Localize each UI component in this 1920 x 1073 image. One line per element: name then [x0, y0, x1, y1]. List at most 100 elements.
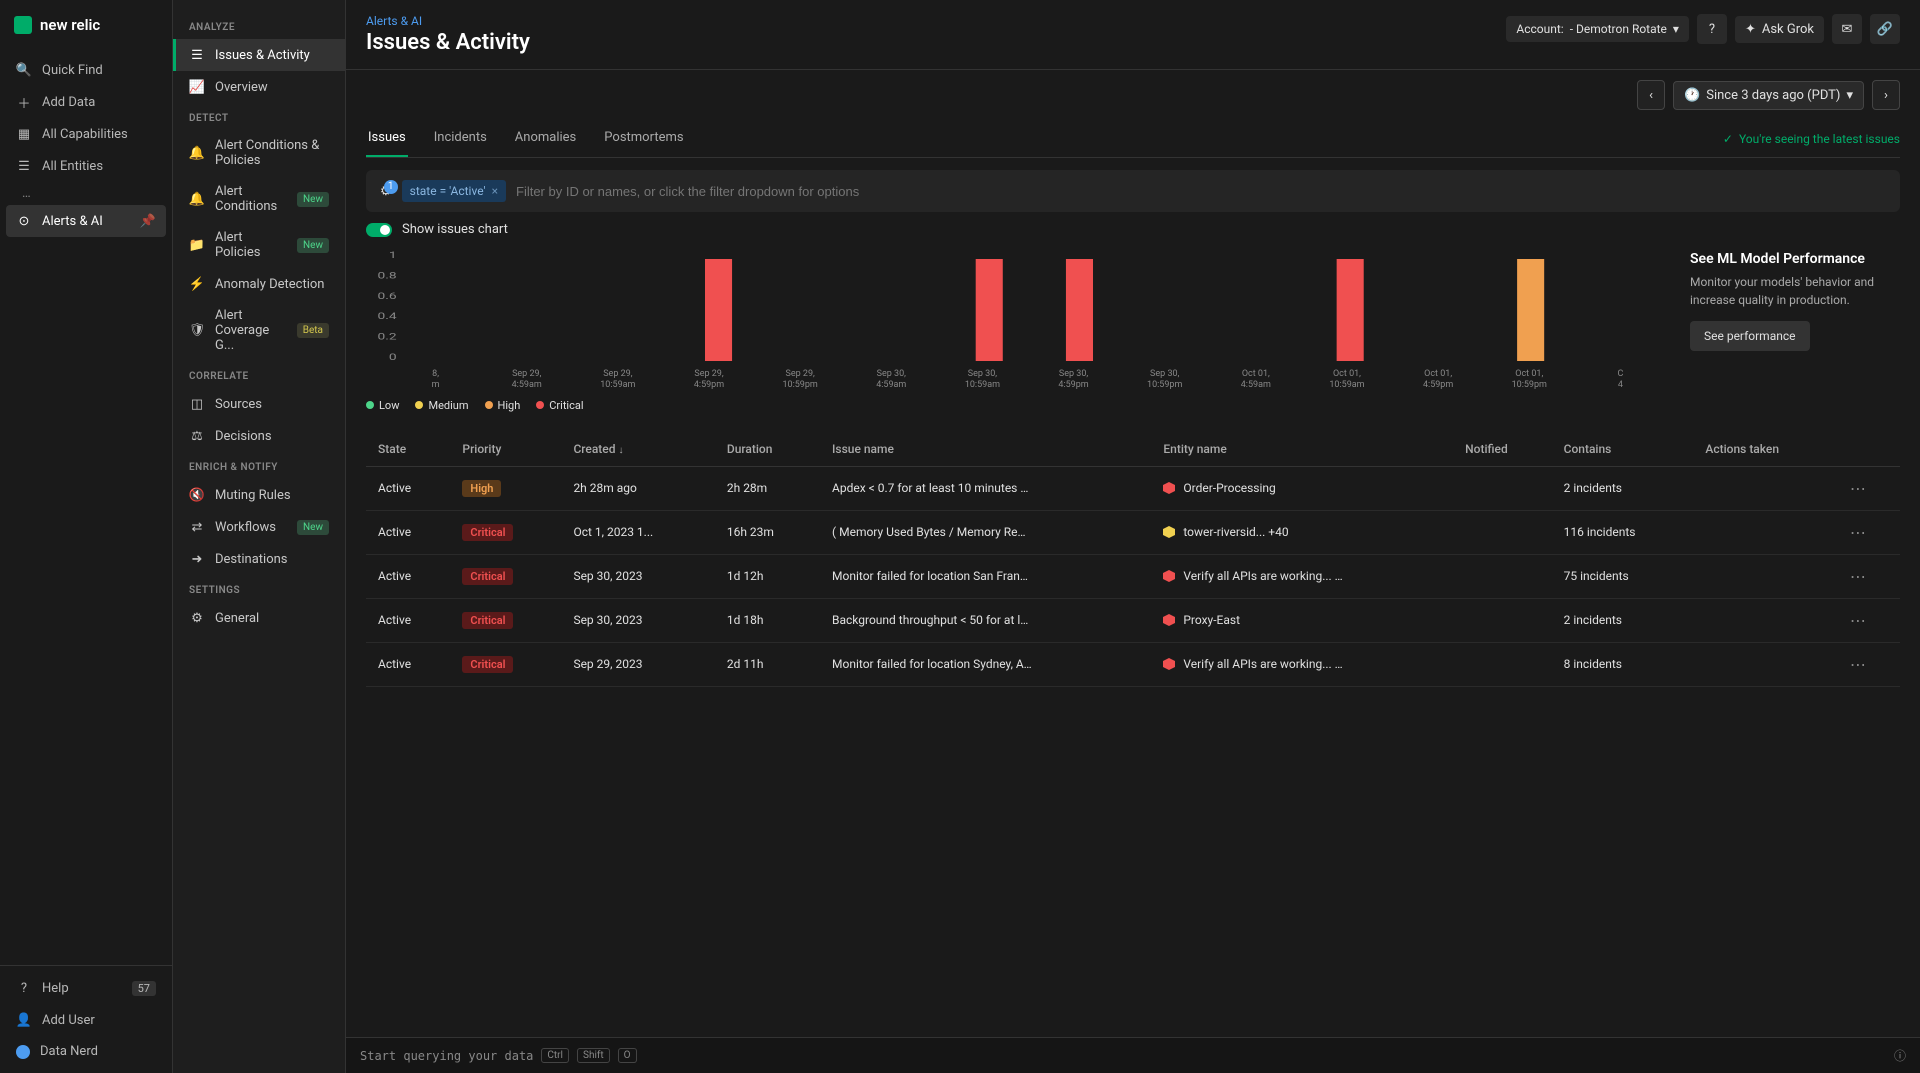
see-performance-button[interactable]: See performance [1690, 321, 1810, 351]
sec-coverage[interactable]: 🛡Alert Coverage G...Beta [173, 300, 345, 361]
col-actions[interactable]: Actions taken [1693, 432, 1837, 467]
ml-panel-title: See ML Model Performance [1690, 251, 1900, 267]
pin-icon[interactable]: 📌 [140, 214, 156, 229]
sec-header-settings: SETTINGS [173, 575, 345, 602]
chart-toggle-switch[interactable] [366, 223, 392, 237]
help-button[interactable]: ? [1697, 14, 1727, 44]
sec-destinations[interactable]: ➜Destinations [173, 543, 345, 575]
sec-issues-activity[interactable]: ☰Issues & Activity [173, 39, 345, 71]
tab-issues[interactable]: Issues [366, 120, 408, 157]
table-row[interactable]: Active High 2h 28m ago 2h 28m Apdex < 0.… [366, 466, 1900, 510]
cell-actions [1693, 554, 1837, 598]
cell-created: Sep 30, 2023 [561, 554, 714, 598]
cell-duration: 2d 11h [715, 642, 820, 686]
sec-sources[interactable]: ◫Sources [173, 388, 345, 420]
breadcrumb[interactable]: Alerts & AI [366, 14, 530, 28]
nav-more[interactable]: … [6, 182, 166, 205]
table-row[interactable]: Active Critical Sep 30, 2023 1d 18h Back… [366, 598, 1900, 642]
cell-actions [1693, 598, 1837, 642]
filter-button[interactable]: ⚙ 1 [380, 184, 392, 199]
time-next-button[interactable]: › [1872, 80, 1900, 110]
col-duration[interactable]: Duration [715, 432, 820, 467]
filter-input[interactable] [516, 184, 1886, 199]
cell-notified [1453, 510, 1552, 554]
time-prev-button[interactable]: ‹ [1637, 80, 1665, 110]
sec-header-detect: DETECT [173, 103, 345, 130]
account-selector[interactable]: Account: - Demotron Rotate ▾ [1506, 16, 1689, 42]
cell-state: Active [366, 598, 450, 642]
cell-issue: Monitor failed for location Sydney, AU o… [820, 642, 1151, 686]
cell-actions [1693, 642, 1837, 686]
row-more-button[interactable]: ⋯ [1850, 611, 1868, 630]
nav-data-nerd[interactable]: Data Nerd [6, 1036, 166, 1067]
plus-icon: ＋ [16, 94, 32, 110]
col-priority[interactable]: Priority [450, 432, 561, 467]
nav-all-entities[interactable]: ☰All Entities [6, 150, 166, 182]
sec-alert-cond-pol[interactable]: 🔔Alert Conditions & Policies [173, 130, 345, 176]
legend-medium[interactable]: Medium [415, 399, 468, 412]
tab-incidents[interactable]: Incidents [432, 120, 489, 157]
cell-priority: Critical [450, 642, 561, 686]
cell-contains: 2 incidents [1552, 466, 1694, 510]
filter-chip-state[interactable]: state = 'Active' × [402, 180, 506, 202]
cell-notified [1453, 466, 1552, 510]
tab-anomalies[interactable]: Anomalies [513, 120, 578, 157]
col-state[interactable]: State [366, 432, 450, 467]
nav-add-user[interactable]: 👤Add User [6, 1004, 166, 1036]
chip-remove-icon[interactable]: × [492, 184, 498, 198]
nav-quick-find[interactable]: 🔍Quick Find [6, 54, 166, 86]
inbox-button[interactable]: ✉ [1832, 14, 1862, 44]
sec-decisions[interactable]: ⚖Decisions [173, 420, 345, 452]
status-info-button[interactable]: ⓘ [1894, 1047, 1906, 1064]
table-row[interactable]: Active Critical Sep 30, 2023 1d 12h Moni… [366, 554, 1900, 598]
brand-logo[interactable]: new relic [0, 0, 172, 50]
sec-muting[interactable]: 🔇Muting Rules [173, 479, 345, 511]
new-tag: New [297, 520, 329, 535]
nav-alerts-ai[interactable]: ⊙Alerts & AI📌 [6, 205, 166, 237]
cell-state: Active [366, 466, 450, 510]
cell-state: Active [366, 510, 450, 554]
sec-workflows[interactable]: ⇄WorkflowsNew [173, 511, 345, 543]
brand-text: new relic [40, 16, 100, 34]
table-row[interactable]: Active Critical Oct 1, 2023 1... 16h 23m… [366, 510, 1900, 554]
cell-duration: 2h 28m [715, 466, 820, 510]
sec-alert-cond[interactable]: 🔔Alert ConditionsNew [173, 176, 345, 222]
mute-icon: 🔇 [189, 487, 205, 503]
col-issue-name[interactable]: Issue name [820, 432, 1151, 467]
sources-icon: ◫ [189, 396, 205, 412]
nav-add-data[interactable]: ＋Add Data [6, 86, 166, 118]
cell-duration: 1d 12h [715, 554, 820, 598]
legend-low[interactable]: Low [366, 399, 399, 412]
nav-help[interactable]: ?Help57 [6, 972, 166, 1004]
col-notified[interactable]: Notified [1453, 432, 1552, 467]
col-contains[interactable]: Contains [1552, 432, 1694, 467]
cell-created: 2h 28m ago [561, 466, 714, 510]
table-row[interactable]: Active Critical Sep 29, 2023 2d 11h Moni… [366, 642, 1900, 686]
col-entity-name[interactable]: Entity name [1151, 432, 1453, 467]
legend-critical[interactable]: Critical [536, 399, 583, 412]
ask-grok-button[interactable]: ✦Ask Grok [1735, 16, 1824, 43]
sec-header-correlate: CORRELATE [173, 361, 345, 388]
legend-high[interactable]: High [485, 399, 521, 412]
sec-alert-policies[interactable]: 📁Alert PoliciesNew [173, 222, 345, 268]
sec-overview[interactable]: 📈Overview [173, 71, 345, 103]
sec-general[interactable]: ⚙General [173, 602, 345, 634]
cell-priority: Critical [450, 510, 561, 554]
cell-entity: Order-Processing [1151, 466, 1453, 510]
row-more-button[interactable]: ⋯ [1850, 523, 1868, 542]
sec-anomaly[interactable]: ⚡Anomaly Detection [173, 268, 345, 300]
row-more-button[interactable]: ⋯ [1850, 479, 1868, 498]
time-range-picker[interactable]: 🕐 Since 3 days ago (PDT) ▾ [1673, 81, 1864, 110]
row-more-button[interactable]: ⋯ [1850, 567, 1868, 586]
key-shift: Shift [577, 1048, 610, 1063]
col-created[interactable]: Created ↓ [561, 432, 714, 467]
share-button[interactable]: 🔗 [1870, 14, 1900, 44]
chevron-right-icon: › [1884, 88, 1888, 103]
chevron-down-icon: ▾ [1846, 88, 1853, 103]
question-icon: ? [1709, 22, 1715, 37]
row-more-button[interactable]: ⋯ [1850, 655, 1868, 674]
cell-actions [1693, 510, 1837, 554]
tab-postmortems[interactable]: Postmortems [602, 120, 685, 157]
nav-all-capabilities[interactable]: ▦All Capabilities [6, 118, 166, 150]
help-icon: ? [16, 980, 32, 996]
